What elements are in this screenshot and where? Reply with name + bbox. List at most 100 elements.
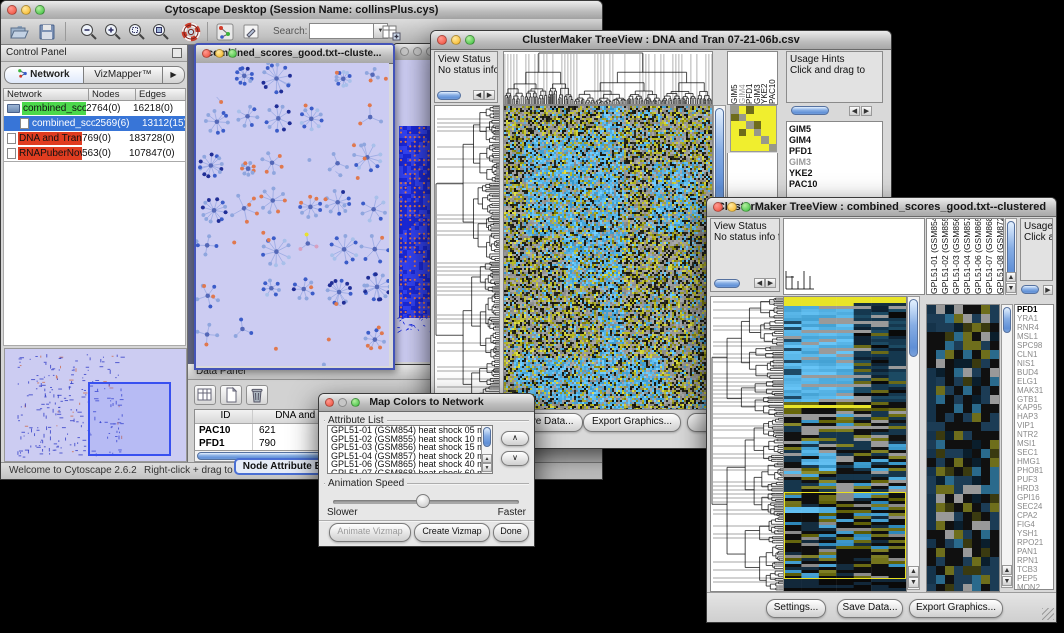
- column-header-edges[interactable]: Edges: [136, 88, 186, 101]
- scroll-right-icon[interactable]: ▶: [861, 106, 872, 116]
- listbox-scrollbar[interactable]: ▲ ▼: [481, 426, 492, 473]
- help-lifesaver-icon[interactable]: [181, 22, 201, 42]
- scroll-up-icon[interactable]: ▲: [1006, 272, 1016, 282]
- gene-label[interactable]: PFD1: [787, 146, 882, 157]
- network-view-titlebar[interactable]: combined_scores_good.txt--cluste...: [196, 45, 393, 64]
- scroll-down-icon[interactable]: ▼: [908, 577, 919, 588]
- tab-more-arrow[interactable]: ▶: [163, 66, 185, 84]
- column-header-network[interactable]: Network: [3, 88, 89, 101]
- close-icon[interactable]: [202, 49, 211, 58]
- similarity-matrix[interactable]: [730, 105, 777, 152]
- attribute-select-icon[interactable]: [194, 385, 216, 405]
- minimize-icon[interactable]: [727, 202, 737, 212]
- export-graphics-button[interactable]: Export Graphics...: [583, 413, 681, 432]
- create-vizmap-button[interactable]: Create Vizmap: [414, 523, 490, 542]
- gene-label[interactable]: PAC10: [787, 179, 882, 190]
- attribute-listbox[interactable]: GPL51-01 (GSM854) heat shock 05 minGPL51…: [327, 425, 493, 474]
- search-input[interactable]: [309, 23, 373, 39]
- heatmap-canvas[interactable]: [783, 296, 907, 592]
- network-tree-row[interactable]: RNAPuberNov2+563(0)107847(0): [4, 146, 185, 161]
- overview-viewport-rect[interactable]: [88, 382, 171, 456]
- network-overview-panel[interactable]: [4, 348, 187, 462]
- open-file-icon[interactable]: [9, 22, 29, 42]
- network-tree-row[interactable]: combined_sco2569(6)13112(15): [4, 116, 185, 131]
- gene-list-scrollbar[interactable]: ▲ ▼: [1001, 304, 1013, 588]
- scroll-left-icon[interactable]: ◀: [754, 278, 765, 288]
- zoom-heatmap-canvas[interactable]: [926, 304, 1000, 592]
- minimize-icon[interactable]: [413, 47, 422, 56]
- zoom-in-icon[interactable]: [103, 22, 123, 42]
- scroll-up-icon[interactable]: ▲: [908, 566, 919, 577]
- resize-grip[interactable]: [1042, 608, 1054, 620]
- column-dendrogram-canvas[interactable]: [783, 218, 925, 295]
- row-dendrogram-canvas[interactable]: [434, 105, 500, 410]
- zoom-fit-icon[interactable]: [151, 22, 171, 42]
- network-tree-row[interactable]: combined_scores2764(0)16218(0): [4, 101, 185, 116]
- network-view-canvas[interactable]: [196, 63, 389, 366]
- zoom-window-icon[interactable]: [351, 398, 360, 407]
- float-panel-icon[interactable]: [172, 48, 182, 58]
- minimize-icon[interactable]: [338, 398, 347, 407]
- scroll-left-icon[interactable]: ◀: [849, 106, 860, 116]
- zoom-window-icon[interactable]: [35, 5, 45, 15]
- treeview2-titlebar[interactable]: ClusterMaker TreeView : combined_scores_…: [707, 198, 1056, 217]
- attribute-list-item[interactable]: GPL51-07 (GSM868) heat shock 60 min: [328, 469, 492, 474]
- gene-label[interactable]: MON2: [1015, 584, 1053, 590]
- heatmap-canvas[interactable]: [503, 105, 713, 410]
- slider-thumb[interactable]: [416, 494, 430, 508]
- zoom-selected-icon[interactable]: [127, 22, 147, 42]
- delete-attribute-trash-icon[interactable]: [246, 385, 268, 405]
- save-icon[interactable]: [37, 22, 57, 42]
- scroll-down-icon[interactable]: ▼: [1006, 283, 1016, 293]
- zoom-window-icon[interactable]: [228, 49, 237, 58]
- tab-vizmapper[interactable]: VizMapper™: [84, 66, 163, 84]
- close-icon[interactable]: [400, 47, 409, 56]
- zoom-window-icon[interactable]: [465, 35, 475, 45]
- dialog-titlebar[interactable]: Map Colors to Network: [319, 394, 534, 412]
- close-icon[interactable]: [325, 398, 334, 407]
- scroll-right-icon[interactable]: ▶: [765, 278, 776, 288]
- move-down-button[interactable]: ∨: [501, 451, 529, 466]
- main-titlebar[interactable]: Cytoscape Desktop (Session Name: collins…: [1, 1, 602, 20]
- scroll-down-icon[interactable]: ▼: [1002, 576, 1012, 586]
- new-attribute-icon[interactable]: [220, 385, 242, 405]
- column-labels-scrollbar[interactable]: ▲ ▼: [1005, 218, 1017, 295]
- import-table-icon[interactable]: [381, 22, 401, 42]
- scroll-up-icon[interactable]: ▲: [482, 454, 492, 463]
- done-button[interactable]: Done: [493, 523, 529, 542]
- view-status-scrollbar[interactable]: [437, 91, 461, 100]
- gene-label[interactable]: YKE2: [787, 168, 882, 179]
- close-icon[interactable]: [7, 5, 17, 15]
- tab-network[interactable]: Network: [4, 66, 84, 84]
- zoom-window-icon[interactable]: [741, 202, 751, 212]
- column-header-id[interactable]: ID: [195, 410, 253, 423]
- usage-hints-scrollbar[interactable]: [1021, 285, 1039, 294]
- view-status-scrollbar[interactable]: [714, 279, 740, 288]
- heatmap-vscrollbar[interactable]: ▲ ▼: [907, 296, 920, 590]
- network-tree-row[interactable]: DNA and Tran 07769(0)183728(0): [4, 131, 185, 146]
- close-icon[interactable]: [713, 202, 723, 212]
- column-dendrogram-canvas[interactable]: [503, 51, 713, 105]
- minimize-icon[interactable]: [215, 49, 224, 58]
- scroll-down-icon[interactable]: ▼: [482, 463, 492, 472]
- scroll-left-icon[interactable]: ◀: [473, 90, 484, 100]
- scroll-right-icon[interactable]: ▶: [1043, 285, 1053, 295]
- zoom-out-icon[interactable]: [79, 22, 99, 42]
- column-header-nodes[interactable]: Nodes: [89, 88, 136, 101]
- minimize-icon[interactable]: [21, 5, 31, 15]
- scroll-right-icon[interactable]: ▶: [484, 90, 495, 100]
- export-graphics-button[interactable]: Export Graphics...: [909, 599, 1003, 618]
- minimize-icon[interactable]: [451, 35, 461, 45]
- gene-label[interactable]: GIM5: [787, 124, 882, 135]
- move-up-button[interactable]: ∧: [501, 431, 529, 446]
- annotation-icon[interactable]: [241, 22, 261, 42]
- row-dendrogram-canvas[interactable]: [710, 296, 784, 592]
- animate-vizmap-button[interactable]: Animate Vizmap: [329, 523, 411, 542]
- treeview1-titlebar[interactable]: ClusterMaker TreeView : DNA and Tran 07-…: [431, 31, 891, 50]
- save-data-button[interactable]: Save Data...: [837, 599, 903, 618]
- usage-hints-scrollbar[interactable]: [791, 106, 829, 115]
- scroll-up-icon[interactable]: ▲: [1002, 565, 1012, 575]
- close-icon[interactable]: [437, 35, 447, 45]
- network-small-icon[interactable]: [215, 22, 235, 42]
- gene-label[interactable]: GIM4: [787, 135, 882, 146]
